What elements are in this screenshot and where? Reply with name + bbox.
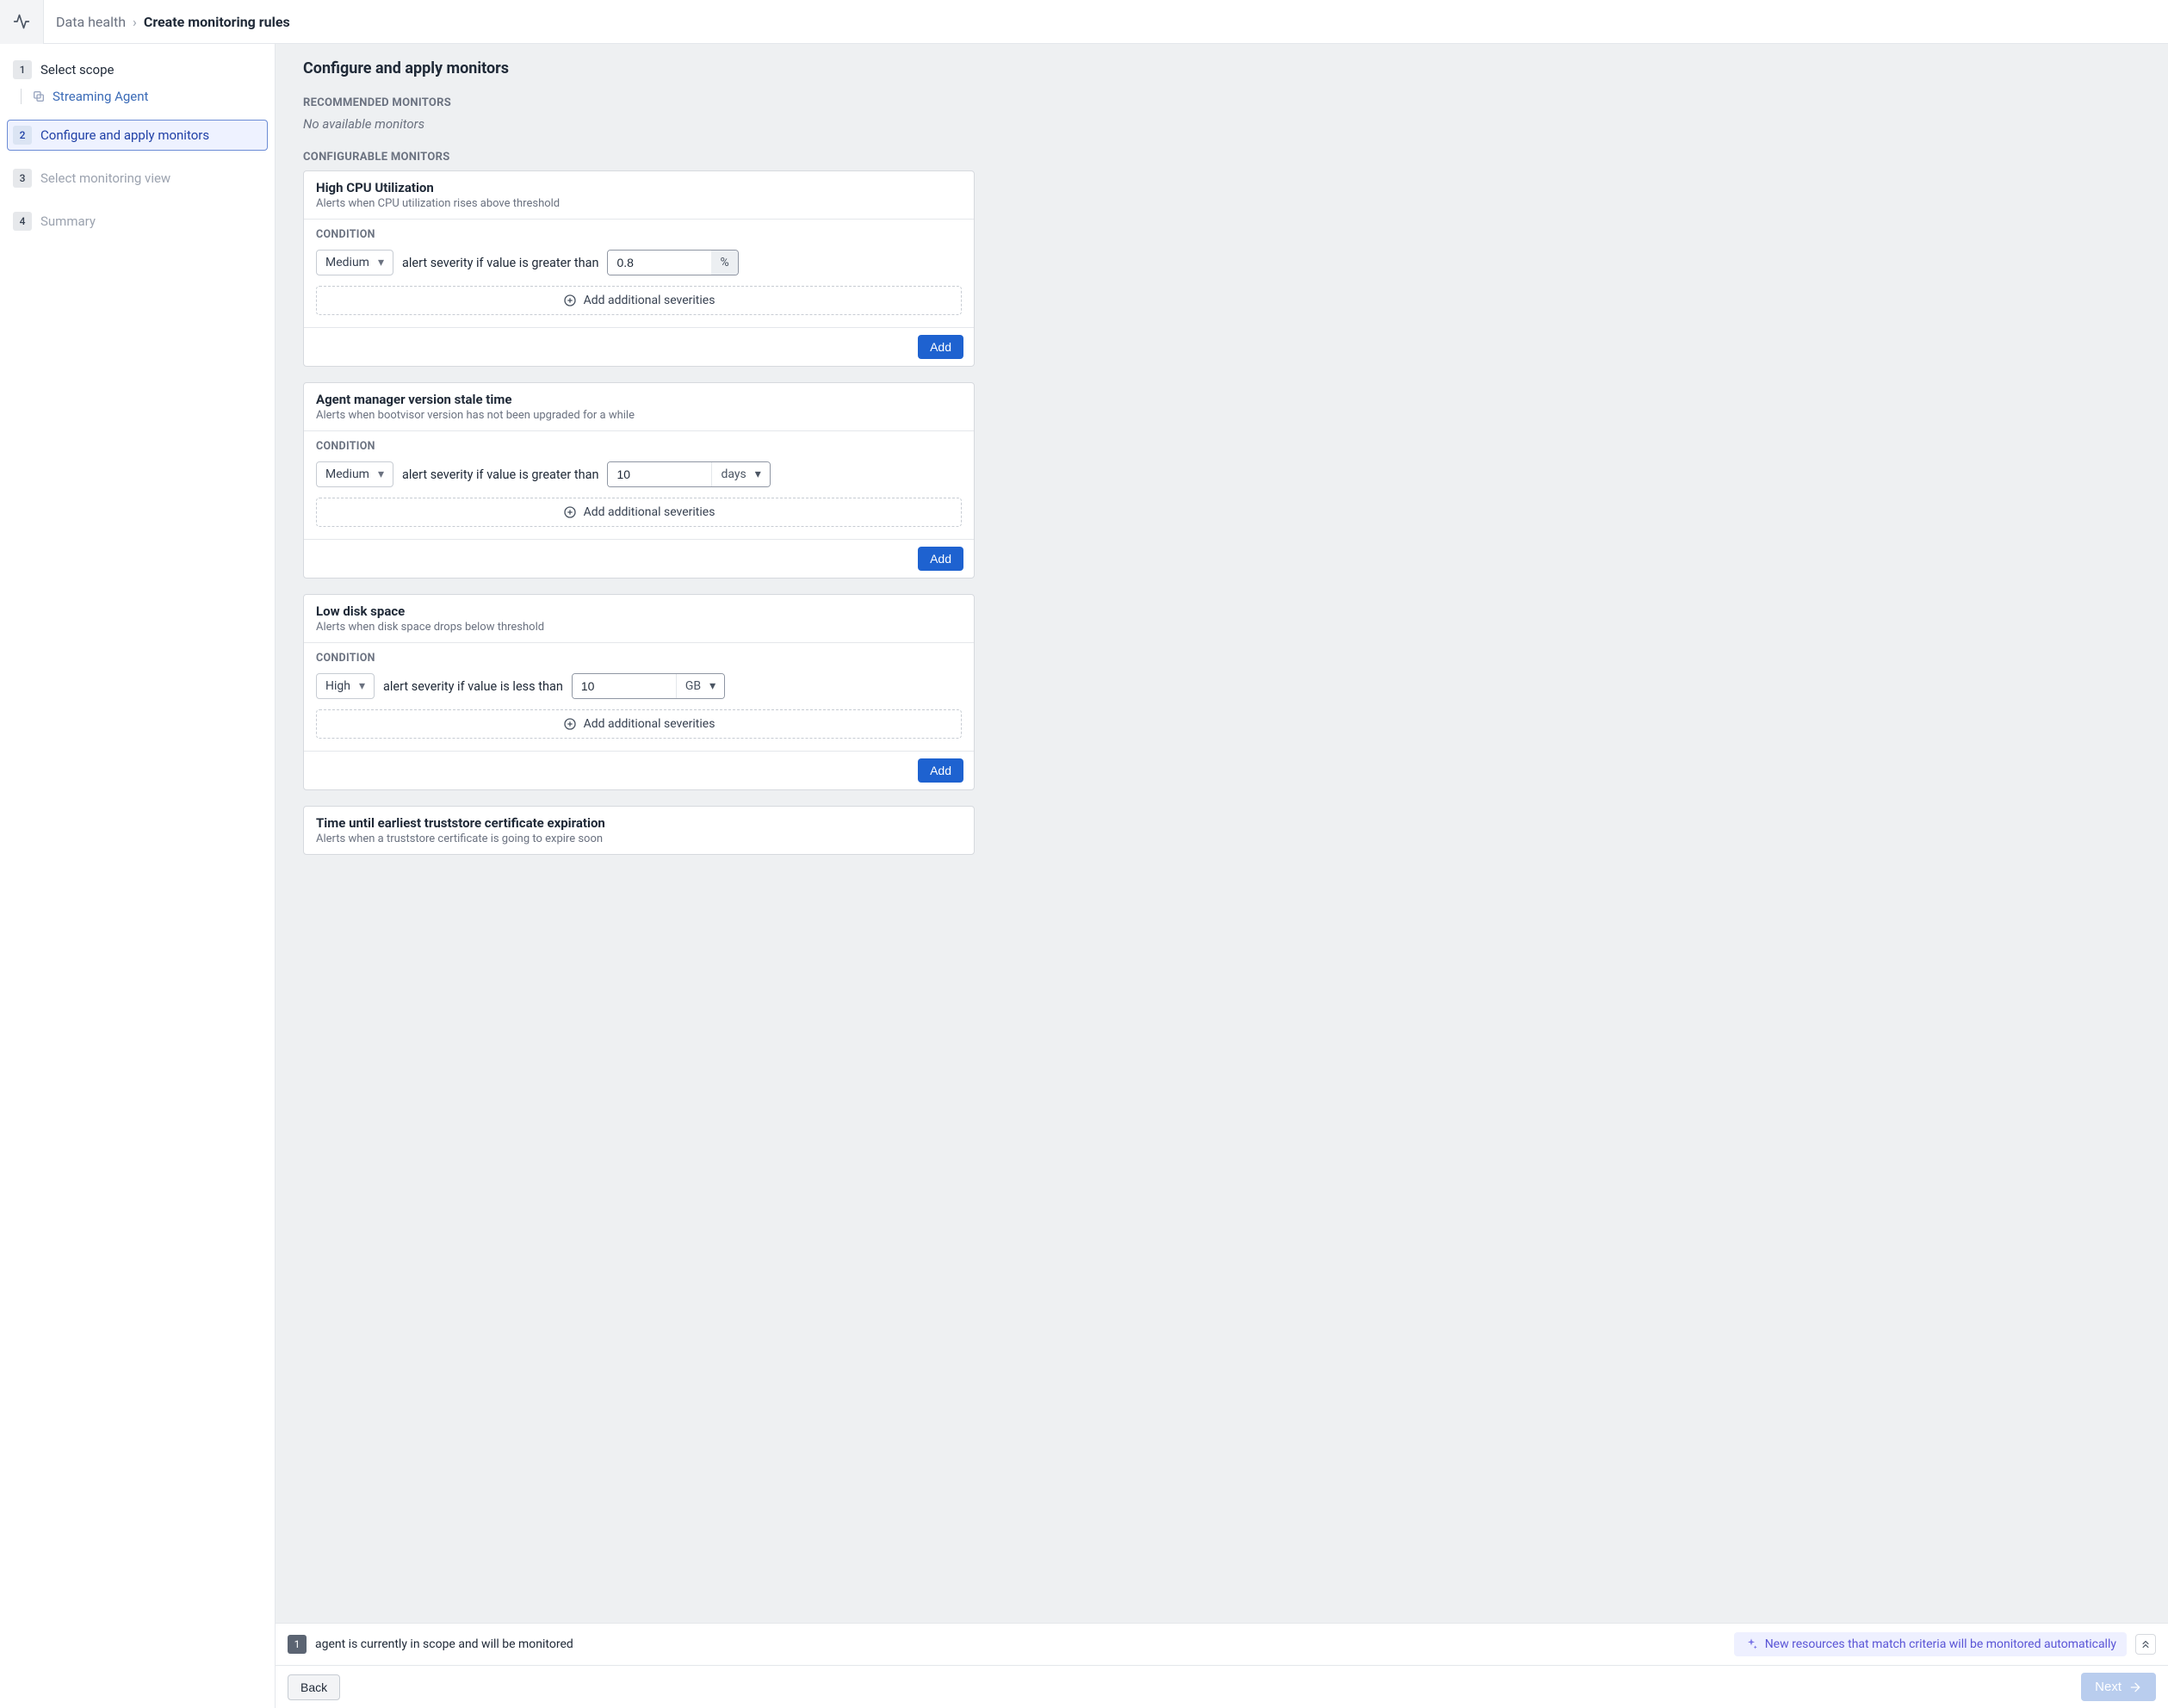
condition-sentence: alert severity if value is greater than (402, 256, 599, 270)
step-number: 4 (13, 212, 32, 231)
breadcrumb-current: Create monitoring rules (144, 14, 290, 30)
breadcrumb-root[interactable]: Data health (56, 14, 126, 30)
unit-select[interactable]: GB ▾ (676, 674, 724, 698)
severity-select[interactable]: Medium ▾ (316, 250, 393, 275)
add-severities-label: Add additional severities (584, 294, 715, 307)
threshold-input[interactable] (573, 674, 676, 698)
step-scope-subitem[interactable]: Streaming Agent (7, 85, 268, 108)
header: Data health › Create monitoring rules (0, 0, 2168, 44)
back-button[interactable]: Back (288, 1674, 340, 1700)
monitor-card: Time until earliest truststore certifica… (303, 806, 975, 855)
sparkle-icon (1744, 1637, 1758, 1651)
add-monitor-button[interactable]: Add (918, 758, 963, 783)
step-summary[interactable]: 4 Summary (7, 206, 268, 237)
condition-label: CONDITION (316, 652, 962, 665)
page-title: Configure and apply monitors (303, 59, 975, 77)
severity-value: High (325, 679, 350, 693)
caret-down-icon: ▾ (755, 467, 761, 481)
step-label: Summary (40, 214, 96, 229)
caret-down-icon: ▾ (359, 679, 365, 693)
scope-text: agent is currently in scope and will be … (315, 1637, 573, 1651)
threshold-input-group: GB ▾ (572, 673, 725, 699)
next-button[interactable]: Next (2081, 1673, 2156, 1701)
step-label: Select scope (40, 62, 114, 77)
sidebar: 1 Select scope Streaming Agent 2 Configu… (0, 44, 276, 1708)
severity-value: Medium (325, 256, 369, 269)
caret-down-icon: ▾ (378, 467, 384, 481)
step-number: 2 (13, 126, 32, 145)
step-select-scope[interactable]: 1 Select scope (7, 54, 268, 85)
add-monitor-button[interactable]: Add (918, 547, 963, 571)
scope-info: 1 agent is currently in scope and will b… (288, 1635, 573, 1654)
collapse-button[interactable] (2135, 1634, 2156, 1655)
step-label: Configure and apply monitors (40, 127, 209, 143)
step-number: 3 (13, 169, 32, 188)
step-number: 1 (13, 60, 32, 79)
add-monitor-button[interactable]: Add (918, 335, 963, 359)
caret-down-icon: ▾ (709, 679, 715, 693)
severity-value: Medium (325, 467, 369, 481)
step-monitoring-view[interactable]: 3 Select monitoring view (7, 163, 268, 194)
monitor-title: High CPU Utilization (316, 180, 962, 195)
monitor-title: Time until earliest truststore certifica… (316, 815, 962, 831)
severity-select[interactable]: Medium ▾ (316, 461, 393, 487)
severity-select[interactable]: High ▾ (316, 673, 375, 699)
recommended-monitors-label: RECOMMENDED MONITORS (303, 96, 975, 109)
monitor-title: Low disk space (316, 603, 962, 619)
condition-sentence: alert severity if value is greater than (402, 467, 599, 482)
activity-icon (0, 0, 44, 44)
add-severities-button[interactable]: Add additional severities (316, 709, 962, 739)
plus-circle-icon (563, 505, 577, 519)
add-severities-button[interactable]: Add additional severities (316, 498, 962, 527)
footer: 1 agent is currently in scope and will b… (276, 1623, 2168, 1708)
caret-down-icon: ▾ (378, 256, 384, 269)
monitor-title: Agent manager version stale time (316, 392, 962, 407)
no-available-text: No available monitors (303, 116, 975, 132)
monitor-desc: Alerts when a truststore certificate is … (316, 832, 962, 845)
threshold-input[interactable] (608, 251, 711, 275)
unit-select[interactable]: days ▾ (711, 462, 769, 486)
condition-label: CONDITION (316, 440, 962, 453)
plus-circle-icon (563, 717, 577, 731)
next-label: Next (2095, 1680, 2122, 1694)
scope-subitem-label: Streaming Agent (53, 89, 148, 104)
threshold-input-group: days ▾ (607, 461, 770, 487)
monitor-card: Agent manager version stale time Alerts … (303, 382, 975, 579)
monitor-card: Low disk space Alerts when disk space dr… (303, 594, 975, 790)
condition-label: CONDITION (316, 228, 962, 241)
unit-label: % (711, 251, 737, 275)
breadcrumb: Data health › Create monitoring rules (44, 14, 290, 30)
chevrons-up-icon (2140, 1638, 2152, 1650)
plus-circle-icon (563, 294, 577, 307)
add-severities-label: Add additional severities (584, 505, 715, 519)
threshold-input-group: % (607, 250, 738, 275)
configurable-monitors-label: CONFIGURABLE MONITORS (303, 151, 975, 164)
auto-monitor-text: New resources that match criteria will b… (1765, 1637, 2116, 1651)
chevron-right-icon: › (133, 14, 137, 30)
threshold-input[interactable] (608, 462, 711, 486)
auto-monitor-banner: New resources that match criteria will b… (1734, 1632, 2127, 1656)
copy-icon (32, 90, 46, 103)
arrow-right-icon (2128, 1680, 2142, 1694)
unit-value: GB (685, 679, 701, 693)
scope-count-badge: 1 (288, 1635, 307, 1654)
monitor-desc: Alerts when bootvisor version has not be… (316, 409, 962, 422)
unit-value: days (721, 467, 746, 481)
step-configure-monitors[interactable]: 2 Configure and apply monitors (7, 120, 268, 151)
monitor-desc: Alerts when CPU utilization rises above … (316, 197, 962, 210)
add-severities-button[interactable]: Add additional severities (316, 286, 962, 315)
step-label: Select monitoring view (40, 170, 170, 186)
condition-sentence: alert severity if value is less than (383, 679, 563, 694)
monitor-card: High CPU Utilization Alerts when CPU uti… (303, 170, 975, 367)
add-severities-label: Add additional severities (584, 717, 715, 731)
monitor-desc: Alerts when disk space drops below thres… (316, 621, 962, 634)
